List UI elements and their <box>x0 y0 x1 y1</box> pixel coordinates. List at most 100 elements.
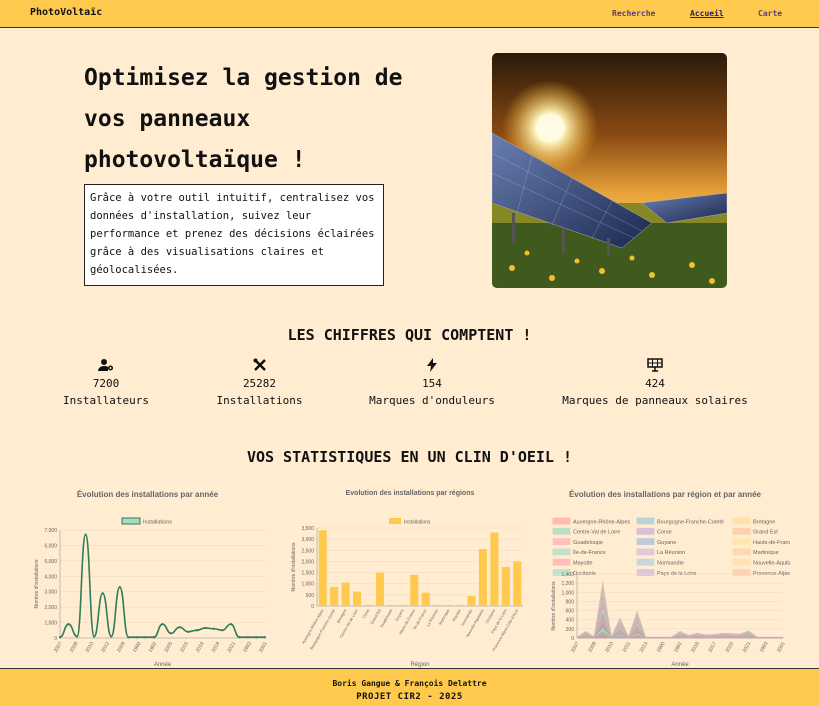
y-axis-label: Nombre d'installations <box>291 542 297 592</box>
brand-logo[interactable]: PhotoVoltaïc <box>30 7 102 18</box>
data-point <box>161 623 164 626</box>
data-point <box>169 632 173 635</box>
y-tick-label: 200 <box>566 627 575 633</box>
x-tick-label: 1992 <box>148 641 159 654</box>
y-tick-label: 3,000 <box>301 537 314 543</box>
legend-label: Installations <box>143 520 172 526</box>
data-point <box>135 636 138 639</box>
y-tick-label: 1,400 <box>561 572 574 578</box>
legend-label: Grand Est <box>753 530 778 536</box>
legend-swatch <box>732 569 751 576</box>
x-tick-label: Guyane <box>395 609 405 623</box>
charts-section-title: VOS STATISTIQUES EN UN CLIN D'OEIL ! <box>246 448 573 466</box>
data-point <box>204 626 207 630</box>
chart-2-title: Evolution des installations par régions <box>345 490 475 497</box>
footer-authors: Boris Gangue & François Delattre <box>332 679 487 688</box>
legend-swatch <box>636 558 655 566</box>
legend-swatch <box>552 527 571 535</box>
y-tick-label: 800 <box>566 599 575 605</box>
y-tick-label: 0 <box>54 636 57 642</box>
data-point <box>144 636 147 639</box>
bar <box>318 530 327 606</box>
bar <box>398 604 407 606</box>
legend-label: Guadeloupe <box>573 540 603 546</box>
data-point <box>246 636 250 639</box>
legend-label: Bourgogne-Franche-Comté <box>657 519 724 525</box>
x-tick-label: Bretagne <box>336 609 347 624</box>
data-point <box>58 636 62 639</box>
legend-swatch <box>636 548 655 556</box>
x-tick-label: Grand Est <box>370 608 382 626</box>
y-tick-label: 500 <box>306 593 315 599</box>
bar <box>341 582 350 606</box>
x-tick-label: 2017 <box>707 641 718 654</box>
y-tick-label: 3,000 <box>44 590 57 596</box>
y-tick-label: 1,000 <box>301 582 314 588</box>
hero-title: Optimisez la gestion de vos panneaux pho… <box>84 65 403 173</box>
x-tick-label: 2008 <box>69 641 80 654</box>
y-tick-label: 1,500 <box>301 571 314 577</box>
legend-label: Hauts-de-France <box>753 540 790 546</box>
legend-label: Centre-Val de Loire <box>573 530 620 536</box>
bar <box>456 604 465 606</box>
data-point <box>110 635 113 638</box>
bar <box>387 604 396 606</box>
legend-swatch <box>552 538 571 546</box>
bar <box>353 591 362 606</box>
user-gear-icon <box>58 358 154 374</box>
data-point <box>84 533 87 536</box>
stat-installateurs: 7200 Installateurs <box>58 358 154 410</box>
stat-value: 424 <box>645 377 665 390</box>
stat-value: 7200 <box>92 377 120 390</box>
x-tick-label: 1991 <box>673 641 684 654</box>
y-tick-label: 4,000 <box>44 574 57 580</box>
stat-label: Marques de panneaux solaires <box>562 394 748 407</box>
stat-value: 154 <box>422 377 442 390</box>
x-tick-label: La Réunion <box>426 609 439 628</box>
legend-label: Auvergne-Rhône-Alpes <box>573 519 630 525</box>
x-tick-label: 2001 <box>258 641 269 654</box>
legend-swatch <box>121 517 141 525</box>
y-tick-label: 600 <box>566 609 575 615</box>
legend-swatch <box>732 538 751 546</box>
x-tick-label: 2015 <box>179 641 190 654</box>
legend-label: Mayotte <box>573 561 593 567</box>
chart-installations-par-region: Installations 0 500 1,000 1,500 2,000 2,500 3,0… <box>291 518 523 668</box>
chart-3-title: Évolution des installations par région e… <box>568 490 762 499</box>
nav-link-carte[interactable]: Carte <box>758 9 782 18</box>
nav-link-recherche[interactable]: Recherche <box>612 9 655 18</box>
x-tick-label: 2008 <box>587 641 598 654</box>
y-tick-label: 400 <box>566 618 575 624</box>
stat-onduleurs: 154 Marques d'onduleurs <box>362 358 502 410</box>
nav-link-accueil[interactable]: Accueil <box>690 9 724 18</box>
legend-swatch <box>732 558 751 566</box>
bar <box>375 572 384 606</box>
data-point <box>127 636 130 639</box>
bar <box>410 574 419 606</box>
x-tick-label: Occitanie <box>485 609 496 625</box>
legend-label: Bretagne <box>753 519 775 525</box>
y-tick-label: 6,000 <box>44 543 57 549</box>
x-tick-label: Guadeloupe <box>379 609 393 629</box>
y-tick-label: 7,000 <box>44 528 57 534</box>
x-tick-label: 2011 <box>622 641 633 654</box>
data-point <box>118 585 121 589</box>
x-tick-label: 2021 <box>742 641 753 654</box>
data-point <box>75 635 79 638</box>
legend-swatch <box>636 569 655 576</box>
data-point <box>187 630 190 633</box>
y-tick-label: 5,000 <box>44 559 57 565</box>
bar <box>513 561 522 606</box>
x-tick-label: 2016 <box>690 641 701 654</box>
legend-label: Corse <box>657 530 672 536</box>
x-tick-label: 1993 <box>242 641 253 654</box>
bolt-icon <box>362 358 502 374</box>
bar <box>433 604 442 606</box>
legend-swatch <box>636 517 655 525</box>
data-point <box>152 636 156 639</box>
legend-label: Installations <box>404 520 431 526</box>
stats-section-title: LES CHIFFRES QUI COMPTENT ! <box>287 326 532 344</box>
legend-swatch <box>732 548 751 556</box>
legend-swatch <box>636 538 655 546</box>
data-point <box>195 629 198 632</box>
